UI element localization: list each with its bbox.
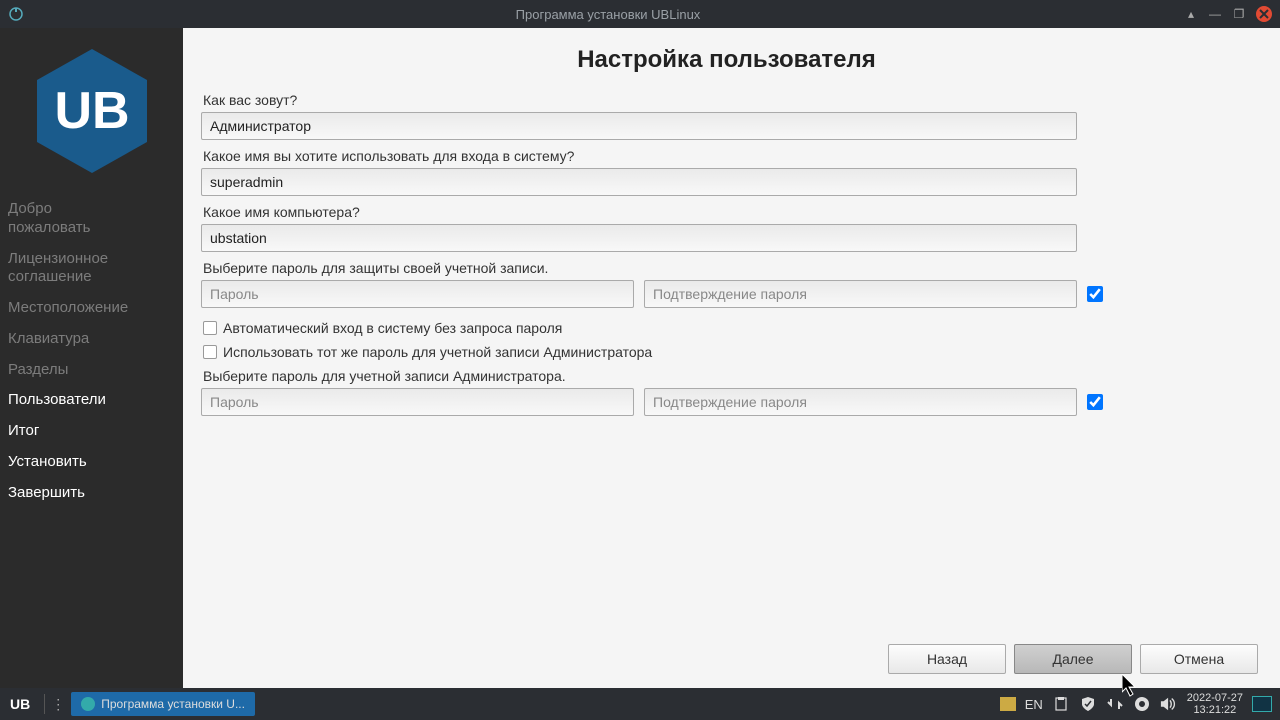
shield-icon[interactable] (1079, 695, 1097, 713)
hostname-input[interactable] (201, 224, 1077, 252)
fullname-input[interactable] (201, 112, 1077, 140)
window-controls: ▴ — ❐ (1184, 6, 1272, 22)
clock[interactable]: 2022-07-27 13:21:22 (1187, 692, 1243, 716)
sidebar-nav: Добро пожаловатьЛицензионное соглашениеМ… (0, 194, 183, 508)
sidebar-item-0[interactable]: Добро пожаловать (0, 194, 183, 244)
sidebar-item-3[interactable]: Клавиатура (0, 324, 183, 355)
notes-icon[interactable] (1000, 697, 1016, 711)
sidebar-item-2[interactable]: Местоположение (0, 293, 183, 324)
logo: UB (0, 36, 183, 194)
svg-text:UB: UB (54, 82, 129, 140)
system-tray: EN 2022-07-27 13:21:22 (1000, 692, 1280, 716)
password-confirm-input[interactable] (644, 280, 1077, 308)
back-button[interactable]: Назад (888, 644, 1006, 674)
show-password-checkbox[interactable] (1087, 286, 1103, 302)
same-password-checkbox[interactable] (203, 345, 217, 359)
taskbar-app-button[interactable]: Программа установки U... (71, 692, 255, 716)
time-text: 13:21:22 (1187, 704, 1243, 716)
autologin-checkbox[interactable] (203, 321, 217, 335)
window-title: Программа установки UBLinux (32, 7, 1184, 22)
network-icon[interactable] (1106, 695, 1124, 713)
password-input[interactable] (201, 280, 634, 308)
fullname-label: Как вас зовут? (201, 92, 1252, 108)
button-bar: Назад Далее Отмена (888, 644, 1258, 674)
sidebar-item-5[interactable]: Пользователи (0, 385, 183, 416)
sidebar-item-8[interactable]: Завершить (0, 478, 183, 509)
show-admin-password-checkbox[interactable] (1087, 394, 1103, 410)
taskbar: UB ⋮ Программа установки U... EN 2022-07… (0, 688, 1280, 720)
login-input[interactable] (201, 168, 1077, 196)
login-label: Какое имя вы хотите использовать для вхо… (201, 148, 1252, 164)
taskbar-logo[interactable]: UB (0, 696, 40, 712)
maximize-button[interactable]: ❐ (1232, 7, 1246, 21)
volume-icon[interactable] (1160, 695, 1178, 713)
date-text: 2022-07-27 (1187, 692, 1243, 704)
sidebar-item-6[interactable]: Итог (0, 416, 183, 447)
clipboard-icon[interactable] (1052, 695, 1070, 713)
titlebar: Программа установки UBLinux ▴ — ❐ (0, 0, 1280, 28)
content-area: Настройка пользователя Как вас зовут? Ка… (183, 28, 1280, 688)
admin-password-input[interactable] (201, 388, 634, 416)
keyboard-layout-indicator[interactable]: EN (1025, 695, 1043, 713)
keep-above-icon[interactable]: ▴ (1184, 7, 1198, 21)
taskbar-separator (44, 694, 45, 714)
menu-icon[interactable]: ⋮ (49, 696, 67, 713)
next-button[interactable]: Далее (1014, 644, 1132, 674)
hostname-label: Какое имя компьютера? (201, 204, 1252, 220)
system-monitor-icon[interactable] (1252, 696, 1272, 712)
same-password-label: Использовать тот же пароль для учетной з… (223, 344, 652, 360)
sidebar-item-4[interactable]: Разделы (0, 355, 183, 386)
autologin-label: Автоматический вход в систему без запрос… (223, 320, 562, 336)
minimize-button[interactable]: — (1208, 7, 1222, 21)
taskbar-app-icon (81, 697, 95, 711)
updates-icon[interactable] (1133, 695, 1151, 713)
cancel-button[interactable]: Отмена (1140, 644, 1258, 674)
page-title: Настройка пользователя (201, 46, 1252, 74)
password-section-label: Выберите пароль для защиты своей учетной… (201, 260, 1252, 276)
admin-password-section-label: Выберите пароль для учетной записи Админ… (201, 368, 1252, 384)
sidebar: UB Добро пожаловатьЛицензионное соглашен… (0, 28, 183, 688)
close-button[interactable] (1256, 6, 1272, 22)
taskbar-app-label: Программа установки U... (101, 697, 245, 711)
sidebar-item-1[interactable]: Лицензионное соглашение (0, 244, 183, 294)
admin-password-confirm-input[interactable] (644, 388, 1077, 416)
installer-window: UB Добро пожаловатьЛицензионное соглашен… (0, 28, 1280, 688)
app-icon (8, 6, 24, 22)
sidebar-item-7[interactable]: Установить (0, 447, 183, 478)
